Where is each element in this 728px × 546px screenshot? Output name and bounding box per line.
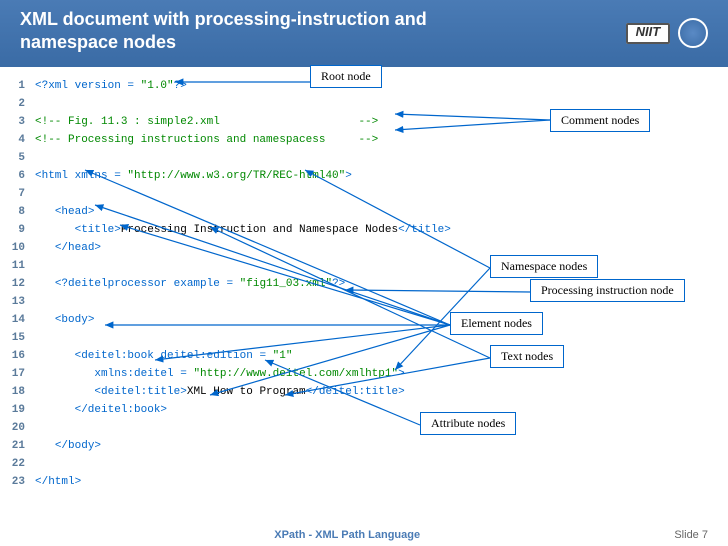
label-element-nodes: Element nodes [450,312,543,335]
code-line: 4<!-- Processing instructions and namesp… [10,131,718,149]
line-number: 10 [10,239,35,257]
slide-title-line1: XML document with processing-instruction… [20,8,708,31]
line-number: 16 [10,347,35,365]
label-text-nodes: Text nodes [490,345,564,368]
slide-number: Slide 7 [674,529,708,541]
code-line: 10 </head> [10,239,718,257]
line-content: </deitel:book> [35,401,167,419]
label-root-node: Root node [310,65,382,88]
line-number: 11 [10,257,35,275]
code-line: 19 </deitel:book> [10,401,718,419]
line-content: <!-- Fig. 11.3 : simple2.xml --> [35,113,378,131]
line-content: <!-- Processing instructions and namespa… [35,131,378,149]
code-line: 22 [10,455,718,473]
label-attribute-nodes: Attribute nodes [420,412,516,435]
line-content: <body> [35,311,94,329]
slide-title-line2: namespace nodes [20,31,708,54]
line-content: </head> [35,239,101,257]
code-line: 18 <deitel:title>XML How to Program</dei… [10,383,718,401]
line-number: 19 [10,401,35,419]
line-content: xmlns:deitel = "http://www.deitel.com/xm… [35,365,405,383]
line-number: 13 [10,293,35,311]
line-content: <?xml version = "1.0"?> [35,77,187,95]
line-number: 5 [10,149,35,167]
slide-header: XML document with processing-instruction… [0,0,728,67]
line-content: <?deitelprocessor example = "fig11_03.xm… [35,275,345,293]
code-line: 15 [10,329,718,347]
line-content: <title>Processing Instruction and Namesp… [35,221,451,239]
label-processing-instruction: Processing instruction node [530,279,685,302]
code-line: 20 [10,419,718,437]
code-line: 23</html> [10,473,718,491]
line-content: <deitel:title>XML How to Program</deitel… [35,383,405,401]
line-number: 18 [10,383,35,401]
label-comment-nodes: Comment nodes [550,109,650,132]
line-number: 1 [10,77,35,95]
line-number: 2 [10,95,35,113]
line-content: </html> [35,473,81,491]
line-number: 8 [10,203,35,221]
logo-area: NIIT [626,18,708,48]
footer-title: XPath - XML Path Language [20,529,674,541]
line-content: </body> [35,437,101,455]
code-line: 21 </body> [10,437,718,455]
line-number: 23 [10,473,35,491]
line-number: 3 [10,113,35,131]
line-content: <deitel:book deitel:edition = "1" [35,347,292,365]
code-line: 16 <deitel:book deitel:edition = "1" [10,347,718,365]
line-number: 15 [10,329,35,347]
code-line: 5 [10,149,718,167]
slide-content: 1<?xml version = "1.0"?>23<!-- Fig. 11.3… [0,67,728,521]
line-number: 21 [10,437,35,455]
slide-footer: XPath - XML Path Language Slide 7 [0,529,728,541]
line-number: 17 [10,365,35,383]
code-line: 8 <head> [10,203,718,221]
line-number: 22 [10,455,35,473]
line-number: 4 [10,131,35,149]
line-number: 9 [10,221,35,239]
code-line: 17 xmlns:deitel = "http://www.deitel.com… [10,365,718,383]
line-content: <head> [35,203,94,221]
code-line: 7 [10,185,718,203]
code-line: 6<html xmlns = "http://www.w3.org/TR/REC… [10,167,718,185]
line-number: 7 [10,185,35,203]
line-number: 6 [10,167,35,185]
code-line: 9 <title>Processing Instruction and Name… [10,221,718,239]
label-namespace-nodes: Namespace nodes [490,255,598,278]
line-number: 12 [10,275,35,293]
code-line: 14 <body> [10,311,718,329]
code-line: 11 [10,257,718,275]
line-number: 14 [10,311,35,329]
logo-globe-icon [678,18,708,48]
logo-text: NIIT [636,24,661,39]
line-content: <html xmlns = "http://www.w3.org/TR/REC-… [35,167,352,185]
line-number: 20 [10,419,35,437]
